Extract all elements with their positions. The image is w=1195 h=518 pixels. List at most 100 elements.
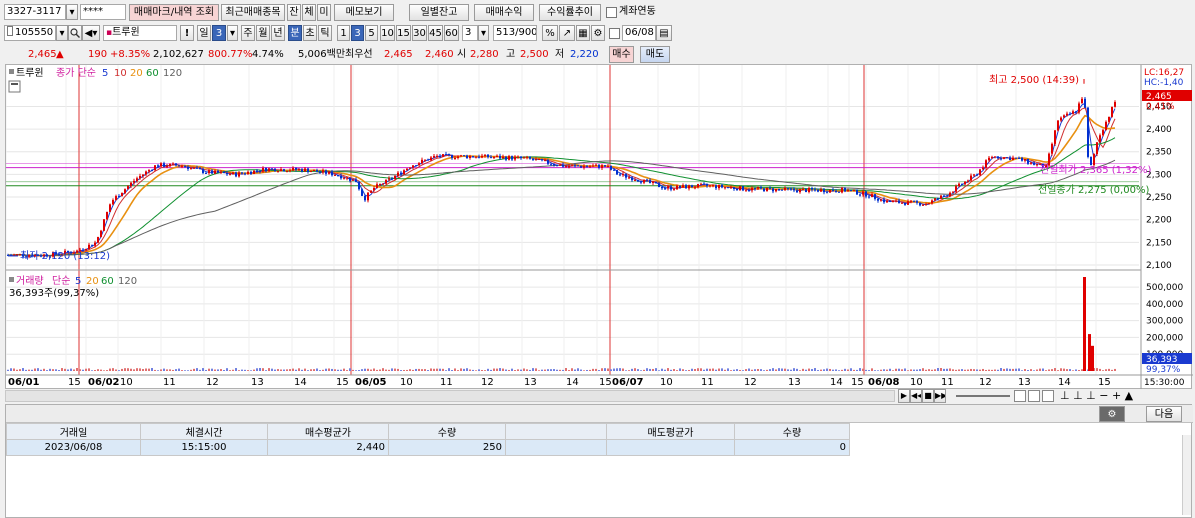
- x-axis-label: 06/07: [612, 377, 644, 388]
- zoom-reset-icon[interactable]: [1042, 390, 1054, 402]
- candle-body: [94, 242, 96, 246]
- account-dropdown-icon[interactable]: ▾: [66, 4, 78, 20]
- scroll-stop-icon[interactable]: ■: [922, 389, 934, 403]
- candle-body: [556, 165, 558, 167]
- volume-bar: [190, 369, 192, 371]
- date-field[interactable]: 06/08: [622, 25, 656, 41]
- recent-trade-button[interactable]: 최근매매종목: [221, 4, 285, 21]
- date-checkbox[interactable]: [609, 28, 620, 39]
- settings-gear-icon[interactable]: ⚙: [591, 25, 605, 41]
- bar-count-field[interactable]: 513/900: [493, 25, 537, 41]
- zoom-slider-track[interactable]: [956, 395, 1010, 397]
- zoom-fit-icon[interactable]: [1014, 390, 1026, 402]
- count-dropdown-icon[interactable]: ▾: [478, 25, 489, 41]
- daily-balance-button[interactable]: 일별잔고: [409, 4, 469, 21]
- volume-bar: [772, 368, 774, 371]
- sell-button[interactable]: 매도: [640, 46, 670, 63]
- col-buy-avg: 매수평균가: [267, 423, 389, 440]
- trade-profit-button[interactable]: 매매수익: [474, 4, 534, 21]
- minute-3-button[interactable]: 3: [351, 25, 364, 41]
- volume-bar: [439, 368, 441, 371]
- minute-30-button[interactable]: 30: [412, 25, 427, 41]
- zoom-buttons-icon[interactable]: ⊥ ⊥ ⊥ − + ▲: [1060, 389, 1133, 403]
- memo-button[interactable]: 메모보기: [334, 4, 394, 21]
- candle-body: [379, 184, 381, 186]
- next-button[interactable]: 다음: [1146, 406, 1182, 422]
- account-select[interactable]: 3327-3117: [4, 4, 66, 20]
- chart-area[interactable]: 2,450 2,400 2,350 2,300 2,250 2,200 2,150 2,100…: [5, 64, 1193, 390]
- volume-bar: [733, 369, 735, 371]
- candle-body: [340, 175, 342, 179]
- minute-1-button[interactable]: 1: [337, 25, 350, 41]
- alert-icon[interactable]: !: [180, 25, 194, 41]
- period-minute-button[interactable]: 분: [288, 25, 302, 41]
- sound-icon[interactable]: ◀▾: [82, 25, 100, 41]
- minute-60-button[interactable]: 60: [444, 25, 459, 41]
- candle-body: [136, 178, 138, 181]
- count-select[interactable]: 3: [462, 25, 478, 41]
- volume-panel-handle-icon[interactable]: [9, 277, 14, 282]
- candle-body: [532, 158, 534, 160]
- candle-body: [406, 168, 408, 171]
- candle-body: [247, 171, 249, 174]
- period-day-button[interactable]: 일: [197, 25, 211, 41]
- minute-5-button[interactable]: 5: [365, 25, 378, 41]
- candle-body: [301, 169, 303, 172]
- draw-tool-icon[interactable]: ↗: [559, 25, 575, 41]
- table-row[interactable]: 2023/06/08 15:15:00 2,440 250 0: [6, 439, 850, 456]
- stock-dropdown-icon[interactable]: ▾: [56, 25, 68, 41]
- indicator-icon[interactable]: %: [542, 25, 558, 41]
- candle-body: [409, 167, 411, 169]
- minute-10-button[interactable]: 10: [380, 25, 395, 41]
- x-axis-label: 06/08: [868, 377, 900, 388]
- candle-body: [616, 169, 618, 175]
- mark-query-button[interactable]: 매매마크/내역 조회: [129, 4, 219, 21]
- scroll-right-icon[interactable]: ▶: [898, 389, 910, 403]
- candle-body: [274, 168, 276, 172]
- calculator-icon[interactable]: [8, 80, 21, 93]
- x-axis-label: 15: [851, 377, 864, 388]
- period-day-count[interactable]: 3: [212, 25, 226, 41]
- yield-trend-button[interactable]: 수익률추이: [539, 4, 601, 21]
- panel-handle-icon[interactable]: [9, 69, 14, 74]
- minute-15-button[interactable]: 15: [396, 25, 411, 41]
- volume-bar: [1051, 369, 1053, 371]
- minute-45-button[interactable]: 45: [428, 25, 443, 41]
- price-volume-chart[interactable]: 2,4502,4002,3502,3002,2502,2002,1502,100…: [5, 65, 1193, 390]
- candle-body: [964, 181, 966, 185]
- volume-bar: [220, 369, 222, 371]
- jan-button[interactable]: 잔: [287, 4, 301, 21]
- scroll-last-icon[interactable]: ▶▶: [934, 389, 946, 403]
- volume-bar: [382, 368, 384, 371]
- chart-scrollbar[interactable]: [5, 390, 895, 402]
- zoom-window-icon[interactable]: [1028, 390, 1040, 402]
- history-settings-gear-icon[interactable]: ⚙: [1099, 406, 1125, 422]
- history-scrollbar[interactable]: [1182, 435, 1191, 515]
- scroll-first-icon[interactable]: ◀◀: [910, 389, 922, 403]
- password-field[interactable]: ****: [80, 4, 126, 20]
- volume-bar: [337, 369, 339, 371]
- buy-button[interactable]: 매수: [609, 46, 634, 63]
- mi-button[interactable]: 미: [317, 4, 331, 21]
- period-tick-button[interactable]: 틱: [318, 25, 332, 41]
- calendar-icon[interactable]: ▤: [656, 25, 672, 41]
- search-icon[interactable]: [68, 25, 82, 41]
- grid-icon[interactable]: ▦: [576, 25, 590, 41]
- period-month-button[interactable]: 월: [256, 25, 270, 41]
- candle-body: [766, 187, 768, 192]
- che-button[interactable]: 체: [302, 4, 316, 21]
- stock-name-field[interactable]: ▪트루윈: [103, 25, 177, 41]
- current-volume-pct: 99,37%: [1146, 365, 1181, 375]
- volume-bar: [235, 368, 237, 371]
- volume-bar: [55, 369, 57, 371]
- period-week-button[interactable]: 주: [241, 25, 255, 41]
- account-link-checkbox[interactable]: [606, 7, 617, 18]
- volume-bar: [709, 368, 711, 371]
- period-year-button[interactable]: 년: [271, 25, 285, 41]
- candle-body: [562, 164, 564, 167]
- period-second-button[interactable]: 초: [303, 25, 317, 41]
- volume-bar: [433, 368, 435, 371]
- period-day-dropdown-icon[interactable]: ▾: [227, 25, 238, 41]
- stock-code-input[interactable]: 105550: [4, 25, 56, 41]
- volume-bar: [160, 369, 162, 371]
